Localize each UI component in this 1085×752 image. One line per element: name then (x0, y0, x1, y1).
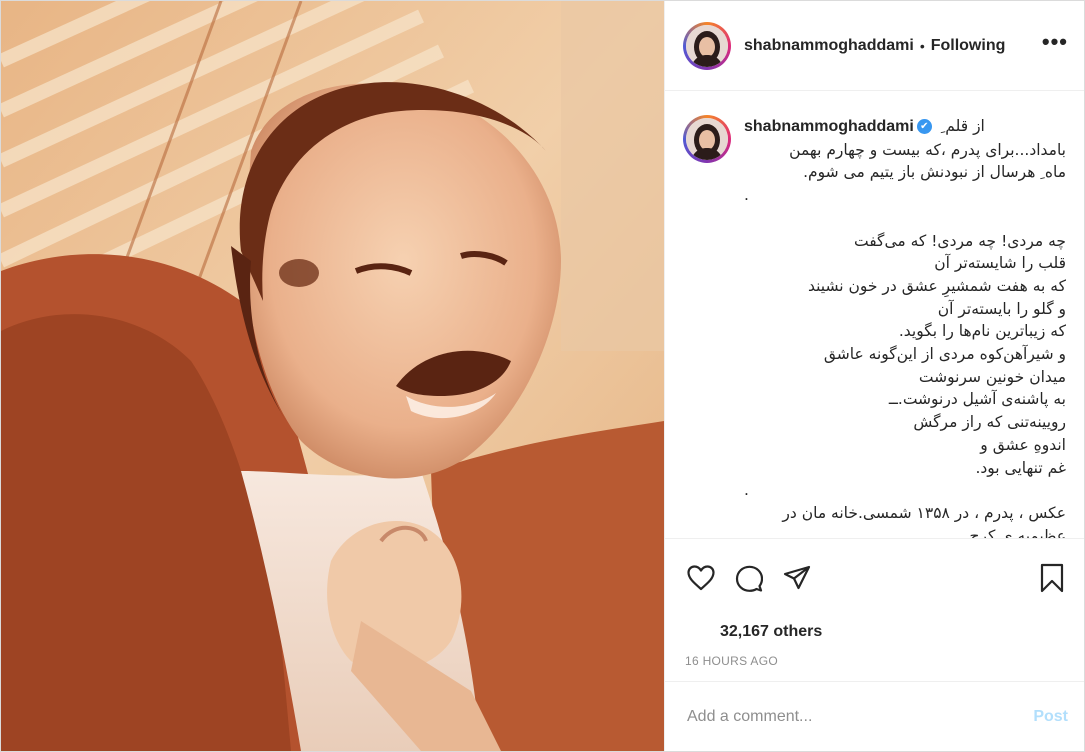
header-username[interactable]: shabnammoghaddami (744, 37, 914, 55)
caption-line: . (744, 186, 749, 205)
avatar[interactable] (683, 21, 731, 70)
verified-badge-icon: ✔ (916, 119, 932, 134)
post-photo[interactable] (1, 1, 664, 751)
caption-line: عظیمیه ی کرج. (964, 526, 1066, 539)
action-bar (665, 539, 1084, 617)
bookmark-icon[interactable] (1036, 562, 1068, 594)
caption-line: و شیرآهن‌کوه مردی از این‌گونه عاشق (823, 345, 1066, 364)
avatar-image (686, 118, 728, 160)
caption-line: از قلم ِ (940, 117, 985, 135)
post-photo-image (1, 1, 664, 751)
post-header: shabnammoghaddami • Following ••• (665, 1, 1084, 91)
caption-line: . (744, 481, 749, 500)
share-icon[interactable] (781, 562, 813, 594)
caption-section: shabnammoghaddami ✔ از قلم ِ بامداد...برا… (665, 91, 1084, 539)
more-options-icon[interactable]: ••• (1042, 30, 1068, 55)
post-timestamp[interactable]: 16 HOURS AGO (665, 647, 1084, 682)
caption-line: میدان خونین سرنوشت (918, 367, 1066, 386)
following-button[interactable]: Following (931, 37, 1006, 55)
likes-count[interactable]: 32,167 others (665, 617, 1084, 647)
caption-text: shabnammoghaddami ✔ از قلم ِ بامداد...برا… (744, 115, 1066, 539)
post-dialog: shabnammoghaddami • Following ••• shabna… (0, 0, 1085, 752)
caption-line: بامداد...برای پدرم ،که بیست و چهارم بهمن (789, 140, 1066, 159)
caption-first-line: shabnammoghaddami ✔ از قلم ِ (744, 115, 1066, 139)
caption-line: به پاشنه‌ی آشیل درنوشت.ــ (888, 390, 1066, 409)
caption-username[interactable]: shabnammoghaddami (744, 118, 914, 135)
caption-line: غم تنهایی بود. (975, 458, 1066, 477)
comment-input[interactable] (685, 706, 1034, 727)
caption-line: رویینه‌تنی که راز مرگش (913, 413, 1066, 432)
avatar-image (686, 24, 728, 67)
heart-icon[interactable] (685, 562, 717, 594)
caption-line: که به هفت شمشیرِ عشق در خون نشیند (807, 276, 1066, 295)
comment-box: Post (665, 682, 1084, 751)
post-sidebar: shabnammoghaddami • Following ••• shabna… (664, 1, 1084, 751)
caption-line: عکس ، پدرم ، در ۱۳۵۸ شمسی.خانه مان در (782, 503, 1066, 522)
caption-line: قلب را شایسته‌تر آن (934, 254, 1066, 273)
comment-icon[interactable] (733, 562, 765, 594)
caption-line: چه مردی! چه مردی! که می‌گفت (854, 231, 1066, 250)
caption-line: که زیباترین نام‌ها را بگوید. (898, 322, 1066, 341)
post-comment-button[interactable]: Post (1033, 708, 1068, 726)
caption-line (744, 207, 1066, 230)
caption-line: ماه ِ هرسال از نبودنش باز یتیم می شوم. (803, 163, 1066, 182)
header-separator: • (919, 37, 925, 54)
caption-avatar[interactable] (683, 115, 731, 163)
caption-line: اندوهِ عشق و (980, 435, 1066, 454)
caption-line: و گلو را بایسته‌تر آن (937, 299, 1066, 318)
